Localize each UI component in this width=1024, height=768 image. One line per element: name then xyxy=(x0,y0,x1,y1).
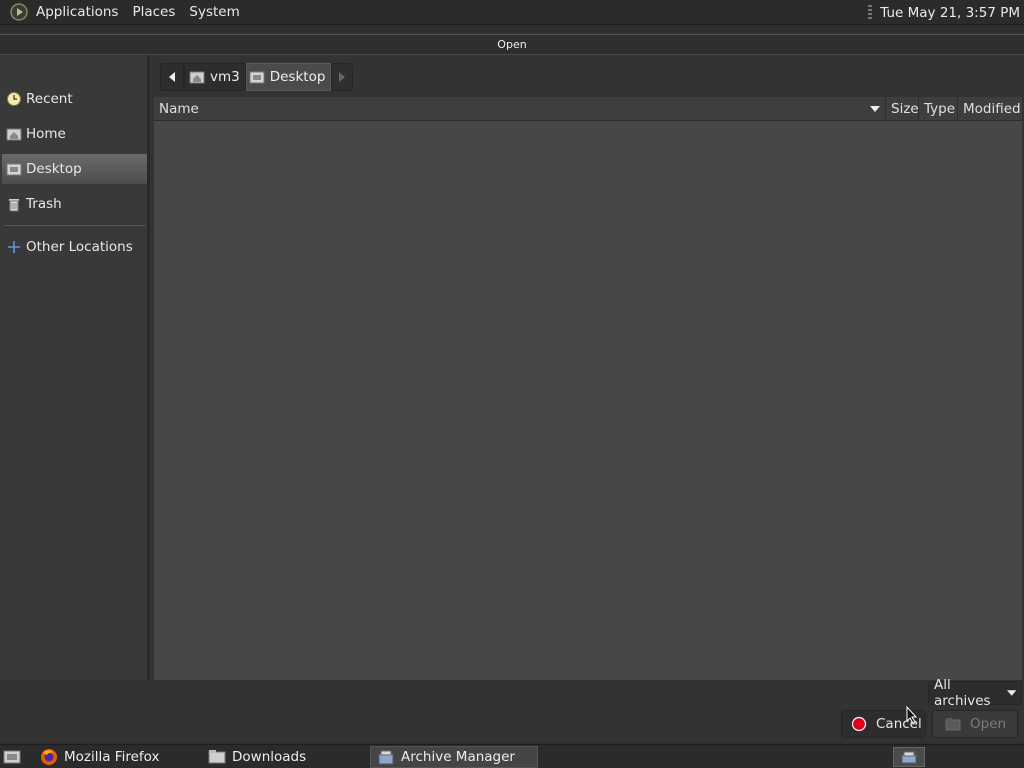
taskbar-item-label: Archive Manager xyxy=(401,749,515,765)
sidebar-separator xyxy=(4,225,146,226)
sidebar-item-recent[interactable]: Recent xyxy=(2,84,147,114)
places-menu[interactable]: Places xyxy=(125,0,182,25)
archive-manager-icon xyxy=(377,748,395,766)
path-back-button[interactable] xyxy=(160,63,184,91)
show-desktop-icon[interactable] xyxy=(2,747,22,767)
sort-descending-icon xyxy=(870,106,880,112)
taskbar-item-downloads[interactable]: Downloads xyxy=(202,746,366,768)
chevron-left-icon xyxy=(169,72,175,82)
places-sidebar: Recent Home Desktop Trash Other Location… xyxy=(0,55,150,680)
plus-icon xyxy=(6,239,22,255)
column-modified-header[interactable]: Modified xyxy=(958,97,1022,121)
open-file-dialog: Open Recent Home Desktop Trash Other Loc… xyxy=(0,34,1024,742)
file-type-filter[interactable]: All archives xyxy=(928,677,1022,709)
top-panel: Applications Places System Tue May 21, 3… xyxy=(0,0,1024,25)
clock-icon xyxy=(6,91,22,107)
cancel-icon xyxy=(851,716,867,732)
desktop-folder-icon xyxy=(6,161,22,177)
sidebar-item-trash[interactable]: Trash xyxy=(2,189,147,219)
file-list[interactable]: Name Size Type Modified xyxy=(154,97,1022,680)
column-type-header[interactable]: Type xyxy=(919,97,958,121)
column-name-header[interactable]: Name xyxy=(154,97,886,121)
sidebar-item-desktop[interactable]: Desktop xyxy=(2,154,147,184)
clock-area: Tue May 21, 3:57 PM xyxy=(868,0,1020,25)
sidebar-item-label: Recent xyxy=(26,91,73,107)
sidebar-item-label: Home xyxy=(26,126,66,142)
open-button[interactable]: Open xyxy=(932,710,1018,738)
filter-selected-label: All archives xyxy=(934,677,991,709)
applications-menu[interactable]: Applications xyxy=(29,0,125,25)
path-segment-desktop[interactable]: Desktop xyxy=(245,63,332,91)
dialog-title: Open xyxy=(0,35,1024,55)
mouse-pointer-icon xyxy=(906,706,918,724)
system-menu[interactable]: System xyxy=(182,0,246,25)
home-folder-icon xyxy=(189,69,205,85)
taskbar-item-label: Downloads xyxy=(232,749,307,765)
desktop-folder-icon xyxy=(249,69,265,85)
path-segment-vm3[interactable]: vm3 xyxy=(184,63,246,91)
trash-icon xyxy=(6,196,22,212)
taskbar-item-label: Mozilla Firefox xyxy=(64,749,160,765)
sidebar-item-other-locations[interactable]: Other Locations xyxy=(2,232,147,262)
path-segment-label: Desktop xyxy=(269,69,326,85)
chevron-down-icon xyxy=(1006,690,1016,696)
column-header: Name Size Type Modified xyxy=(154,97,1022,121)
sidebar-item-label: Desktop xyxy=(26,161,82,177)
column-size-header[interactable]: Size xyxy=(886,97,919,121)
archive-manager-icon xyxy=(901,751,917,764)
panel-separator xyxy=(868,4,873,21)
applications-menu-icon[interactable] xyxy=(9,2,29,22)
taskbar-item-firefox[interactable]: Mozilla Firefox xyxy=(34,746,198,768)
path-forward-button[interactable] xyxy=(331,63,354,91)
path-bar: vm3 Desktop xyxy=(160,63,354,91)
firefox-icon xyxy=(40,748,58,766)
column-name-label: Name xyxy=(159,101,199,117)
taskbar-item-archive-manager[interactable]: Archive Manager xyxy=(370,746,538,768)
clock[interactable]: Tue May 21, 3:57 PM xyxy=(880,5,1020,21)
sidebar-item-label: Trash xyxy=(26,196,62,212)
home-folder-icon xyxy=(6,126,22,142)
sidebar-item-home[interactable]: Home xyxy=(2,119,147,149)
path-segment-label: vm3 xyxy=(210,69,240,85)
open-label: Open xyxy=(970,716,1007,732)
folder-icon xyxy=(208,748,226,766)
taskbar: Mozilla Firefox Downloads Archive Manage… xyxy=(0,744,1024,768)
sidebar-item-label: Other Locations xyxy=(26,239,133,255)
chevron-right-icon xyxy=(339,72,346,82)
workspace-switcher[interactable] xyxy=(893,747,925,767)
open-folder-icon xyxy=(945,716,961,732)
